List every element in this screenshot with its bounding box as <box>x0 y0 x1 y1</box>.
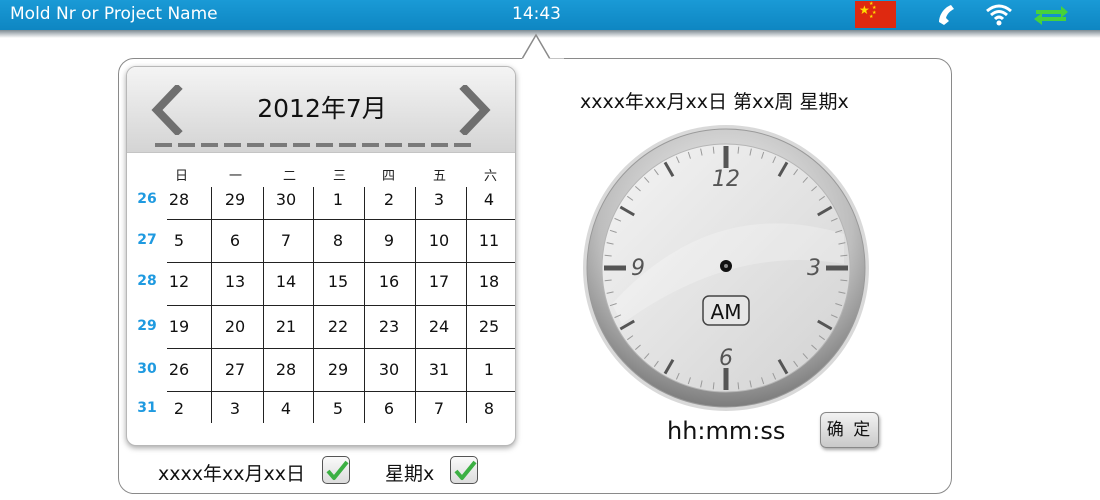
confirm-button[interactable]: 确 定 <box>820 412 879 448</box>
checkmark-icon <box>326 460 349 480</box>
calendar-day[interactable]: 17 <box>419 272 459 291</box>
calendar-day[interactable]: 16 <box>369 272 409 291</box>
calendar-day[interactable]: 22 <box>318 317 358 336</box>
calendar-day[interactable]: 29 <box>215 190 255 209</box>
grid-line <box>167 391 515 392</box>
calendar-day[interactable]: 2 <box>159 399 199 418</box>
grid-line <box>167 219 515 220</box>
calendar-day[interactable]: 4 <box>266 399 306 418</box>
calendar-day[interactable]: 13 <box>215 272 255 291</box>
phone-icon[interactable] <box>935 2 959 28</box>
calendar: 2012年7月 日 一 二 三 四 五 六 26 28 29 30 1 2 3 4 27 5 6 7 8… <box>126 66 516 446</box>
checkmark-icon <box>454 460 477 480</box>
calendar-day[interactable]: 9 <box>369 231 409 250</box>
calendar-day[interactable]: 25 <box>469 317 509 336</box>
weekday-sat: 六 <box>484 169 498 184</box>
transfer-arrows-icon[interactable] <box>1033 2 1069 28</box>
calendar-day[interactable]: 24 <box>419 317 459 336</box>
weekday-format-label: 星期x <box>385 463 435 485</box>
calendar-day[interactable]: 11 <box>469 231 509 250</box>
calendar-day[interactable]: 20 <box>215 317 255 336</box>
calendar-day[interactable]: 7 <box>266 231 306 250</box>
calendar-day[interactable]: 3 <box>215 399 255 418</box>
chevron-right-icon[interactable] <box>459 85 493 135</box>
calendar-day[interactable]: 5 <box>159 231 199 250</box>
calendar-day[interactable]: 1 <box>318 190 358 209</box>
date-format-checkbox[interactable] <box>322 456 350 484</box>
calendar-day[interactable]: 26 <box>159 360 199 379</box>
clock-time: 14:43 <box>512 4 561 24</box>
calendar-day[interactable]: 30 <box>369 360 409 379</box>
weekday-tue: 二 <box>283 169 297 184</box>
china-flag-icon[interactable]: ★ ★ ★ ★ ★ <box>855 1 896 28</box>
calendar-day[interactable]: 6 <box>215 231 255 250</box>
calendar-day[interactable]: 5 <box>318 399 358 418</box>
calendar-day[interactable]: 19 <box>159 317 199 336</box>
calendar-day[interactable]: 12 <box>159 272 199 291</box>
header-divider-dashes <box>155 143 471 147</box>
clock-numeral-9: 9 <box>631 256 645 281</box>
popup-pointer <box>522 33 564 60</box>
grid-line <box>167 305 515 306</box>
calendar-day[interactable]: 8 <box>469 399 509 418</box>
weekday-header: 日 一 二 三 四 五 六 <box>127 165 515 187</box>
calendar-day[interactable]: 10 <box>419 231 459 250</box>
clock-numeral-6: 6 <box>719 346 733 371</box>
calendar-day[interactable]: 1 <box>469 360 509 379</box>
calendar-day[interactable]: 30 <box>266 190 306 209</box>
weekday-mon: 一 <box>229 169 243 184</box>
calendar-day[interactable]: 15 <box>318 272 358 291</box>
grid-line <box>167 262 515 263</box>
calendar-day[interactable]: 6 <box>369 399 409 418</box>
calendar-header: 2012年7月 <box>127 67 515 153</box>
weekday-fri: 五 <box>433 169 447 184</box>
calendar-day[interactable]: 14 <box>266 272 306 291</box>
clock-numeral-3: 3 <box>807 256 821 281</box>
calendar-day[interactable]: 23 <box>369 317 409 336</box>
weekday-format-checkbox[interactable] <box>450 456 478 484</box>
weekday-sun: 日 <box>175 169 189 184</box>
calendar-day[interactable]: 29 <box>318 360 358 379</box>
calendar-day[interactable]: 27 <box>215 360 255 379</box>
calendar-day[interactable]: 2 <box>369 190 409 209</box>
calendar-day[interactable]: 18 <box>469 272 509 291</box>
full-date-display: xxxx年xx月xx日 第xx周 星期x <box>580 91 849 113</box>
calendar-day[interactable]: 28 <box>159 190 199 209</box>
project-title: Mold Nr or Project Name <box>10 4 218 24</box>
calendar-day[interactable]: 7 <box>419 399 459 418</box>
top-status-bar: Mold Nr or Project Name 14:43 ★ ★ ★ ★ ★ <box>0 0 1100 30</box>
ampm-label: AM <box>711 300 742 324</box>
weekday-wed: 三 <box>333 169 347 184</box>
month-label: 2012年7月 <box>257 94 387 123</box>
calendar-day[interactable]: 4 <box>469 190 509 209</box>
wifi-icon[interactable] <box>985 2 1013 28</box>
calendar-day[interactable]: 21 <box>266 317 306 336</box>
clock-numeral-12: 12 <box>712 167 740 192</box>
date-format-label: xxxx年xx月xx日 <box>158 463 305 485</box>
time-format-label: hh:mm:ss <box>667 417 786 445</box>
calendar-day[interactable]: 3 <box>419 190 459 209</box>
calendar-day[interactable]: 8 <box>318 231 358 250</box>
calendar-day[interactable]: 28 <box>266 360 306 379</box>
calendar-day[interactable]: 31 <box>419 360 459 379</box>
weekday-thu: 四 <box>382 169 396 184</box>
grid-line <box>167 348 515 349</box>
analog-clock[interactable]: 12 3 6 9 AM <box>582 124 870 412</box>
